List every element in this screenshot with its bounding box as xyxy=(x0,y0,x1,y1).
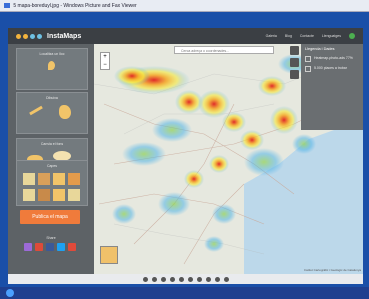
logo-dot-icon xyxy=(30,33,35,39)
nav-item-blog[interactable]: Blog xyxy=(285,34,292,38)
gear-icon[interactable] xyxy=(290,58,299,67)
email-icon[interactable] xyxy=(68,243,76,251)
polygon-tool-icon[interactable] xyxy=(59,105,71,119)
share-label: Share xyxy=(46,236,56,240)
legend-panel: Llegenda i Dades Heatmap-photo-ads 77% 5… xyxy=(301,44,363,130)
share-icon[interactable] xyxy=(24,243,32,251)
basemap-label: Canvia el fons xyxy=(40,142,64,146)
locate-icon[interactable] xyxy=(290,70,299,79)
layer-thumb-icon[interactable] xyxy=(38,189,50,201)
zoom-out-button[interactable]: − xyxy=(101,61,109,69)
image-icon xyxy=(4,3,10,9)
brand-logo[interactable]: InstaMaps xyxy=(16,31,81,41)
window-title: 5 mapa-boreduyl.jpg - Windows Picture an… xyxy=(13,3,137,9)
brand-name: InstaMaps xyxy=(47,32,82,40)
legend-title: Llegenda i Dades xyxy=(305,47,335,51)
layer-thumb-icon[interactable] xyxy=(23,173,35,185)
fullscreen-icon[interactable] xyxy=(290,46,299,55)
main-content: Localitza un lloc Dibuixa Canvia el fons… xyxy=(8,44,363,274)
checkbox-icon[interactable] xyxy=(305,56,311,62)
rotate-icon[interactable] xyxy=(205,276,211,282)
layer-thumb-icon[interactable] xyxy=(23,189,35,201)
taskbar xyxy=(0,287,369,299)
logo-dot-icon xyxy=(16,33,21,39)
twitter-icon[interactable] xyxy=(57,243,65,251)
zoom-in-icon[interactable] xyxy=(187,276,193,282)
print-icon[interactable] xyxy=(223,276,229,282)
start-button[interactable] xyxy=(6,289,14,297)
nav-item-contacte[interactable]: Contacte xyxy=(300,34,314,38)
user-avatar-icon[interactable] xyxy=(349,33,355,39)
next-icon[interactable] xyxy=(151,276,157,282)
actual-size-icon[interactable] xyxy=(169,276,175,282)
map-logo xyxy=(100,246,118,264)
layer-thumb-icon[interactable] xyxy=(53,173,65,185)
layer-thumb-icon[interactable] xyxy=(68,173,80,185)
map-search-input[interactable]: Cerca adreça o coordenades... xyxy=(174,46,274,54)
layers-label: Capes xyxy=(46,164,58,168)
viewer-toolbar xyxy=(8,274,363,284)
map-tools xyxy=(290,46,299,82)
legend-item[interactable]: 5.000 places a trobar xyxy=(301,64,363,74)
checkbox-icon[interactable] xyxy=(305,66,311,72)
nav-item-llenguatges[interactable]: Llenguatges xyxy=(322,34,341,38)
social-share-bar xyxy=(24,243,76,251)
draw-panel: Dibuixa xyxy=(16,92,88,134)
publish-map-button[interactable]: Publica el mapa xyxy=(20,210,80,224)
app-header: InstaMaps Galeria Blog Contacte Llenguat… xyxy=(8,28,363,44)
delete-icon[interactable] xyxy=(214,276,220,282)
line-tool-icon[interactable] xyxy=(29,105,43,116)
logo-dot-icon xyxy=(23,33,28,39)
best-fit-icon[interactable] xyxy=(160,276,166,282)
layer-thumb-icon[interactable] xyxy=(38,173,50,185)
map-attribution: Institut Cartogràfic i Geològic de Catal… xyxy=(303,268,361,272)
tools-sidebar: Localitza un lloc Dibuixa Canvia el fons… xyxy=(8,44,94,274)
legend-item-label: 5.000 places a trobar xyxy=(314,66,347,70)
layers-panel: Capes xyxy=(16,160,88,206)
nav-item-galeria[interactable]: Galeria xyxy=(266,34,277,38)
layer-thumb-icon[interactable] xyxy=(53,189,65,201)
zoom-out-icon[interactable] xyxy=(196,276,202,282)
draw-label: Dibuixa xyxy=(46,96,58,100)
window-title-bar: 5 mapa-boreduyl.jpg - Windows Picture an… xyxy=(0,0,369,12)
pin-icon[interactable] xyxy=(48,61,55,70)
layer-thumb-icon[interactable] xyxy=(68,189,80,201)
viewer-window: 5 mapa-boreduyl.jpg - Windows Picture an… xyxy=(0,0,369,299)
top-nav: Galeria Blog Contacte Llenguatges xyxy=(266,28,355,44)
zoom-in-button[interactable]: + xyxy=(101,53,109,61)
google-plus-icon[interactable] xyxy=(35,243,43,251)
facebook-icon[interactable] xyxy=(46,243,54,251)
legend-item[interactable]: Heatmap-photo-ads 77% xyxy=(301,54,363,64)
previous-icon[interactable] xyxy=(142,276,148,282)
map-view[interactable]: Cerca adreça o coordenades... + − Llegen… xyxy=(94,44,363,274)
locate-panel: Localitza un lloc xyxy=(16,48,88,90)
zoom-control: + − xyxy=(100,52,110,70)
logo-dot-icon xyxy=(37,33,42,39)
legend-item-label: Heatmap-photo-ads 77% xyxy=(314,56,353,60)
slideshow-icon[interactable] xyxy=(178,276,184,282)
locate-label: Localitza un lloc xyxy=(39,52,65,56)
